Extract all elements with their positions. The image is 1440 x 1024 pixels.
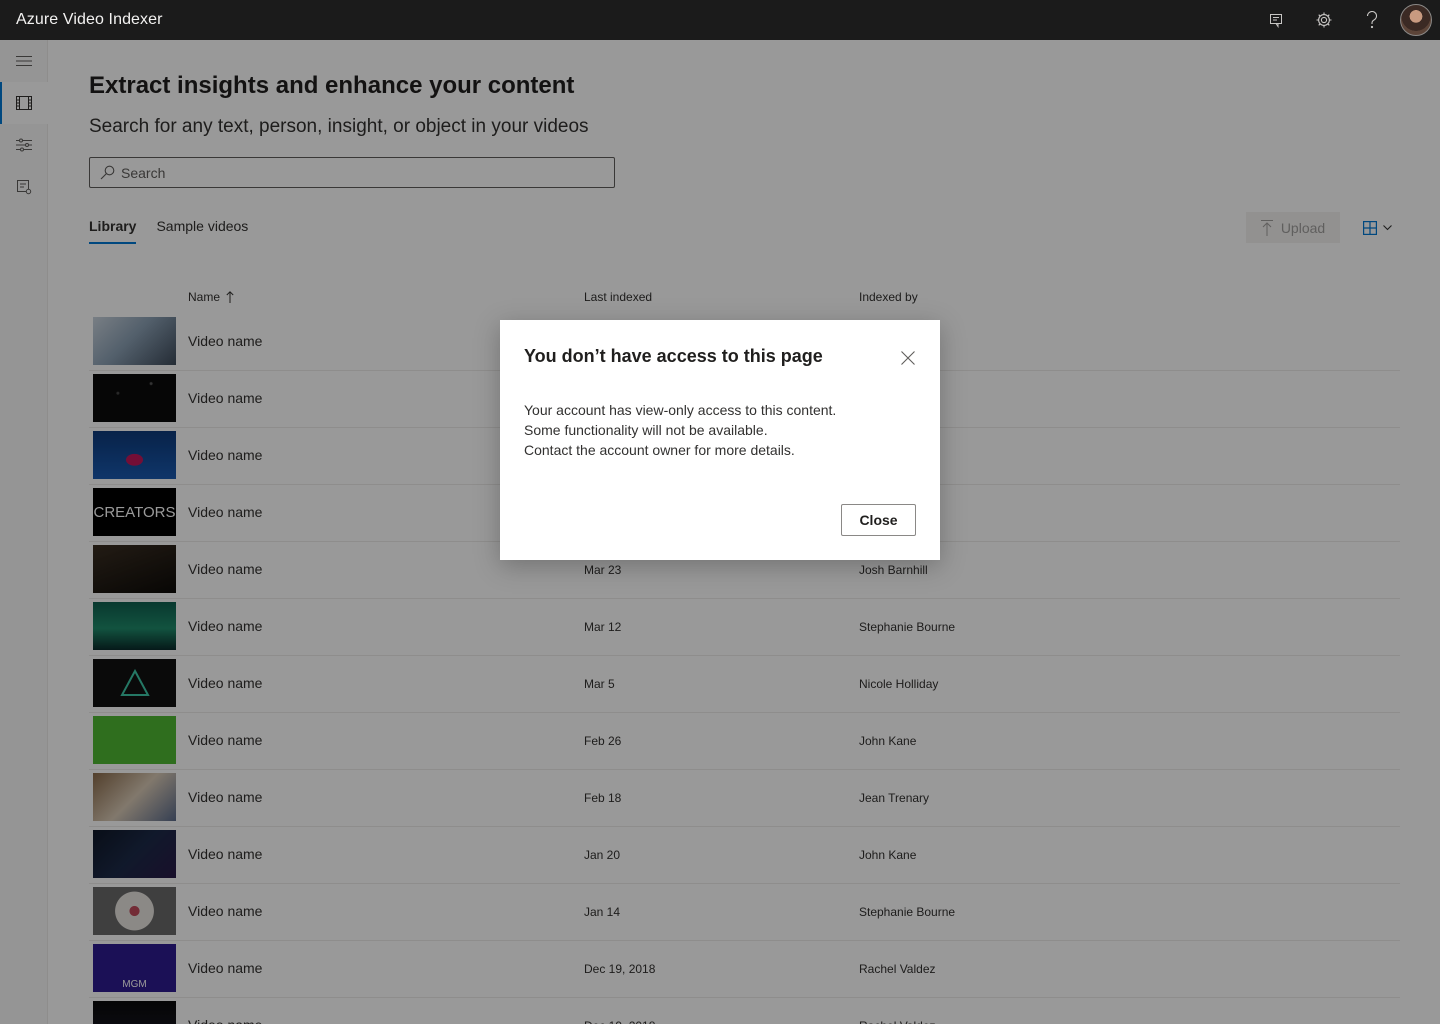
close-icon[interactable] bbox=[896, 346, 920, 370]
dialog-title: You don’t have access to this page bbox=[524, 346, 823, 366]
dialog-message-line: Some functionality will not be available… bbox=[524, 422, 768, 438]
dialog-message: Your account has view-only access to thi… bbox=[524, 400, 836, 460]
feedback-icon[interactable] bbox=[1252, 0, 1300, 40]
top-bar-actions bbox=[1252, 0, 1440, 40]
help-icon[interactable] bbox=[1348, 0, 1396, 40]
dialog-message-line: Contact the account owner for more detai… bbox=[524, 442, 795, 458]
close-button[interactable]: Close bbox=[841, 504, 916, 536]
access-denied-dialog: You don’t have access to this page Your … bbox=[500, 320, 940, 560]
gear-icon[interactable] bbox=[1300, 0, 1348, 40]
user-avatar[interactable] bbox=[1400, 4, 1432, 36]
dialog-message-line: Your account has view-only access to thi… bbox=[524, 402, 837, 418]
top-bar: Azure Video Indexer bbox=[0, 0, 1440, 40]
app-title: Azure Video Indexer bbox=[16, 11, 163, 28]
